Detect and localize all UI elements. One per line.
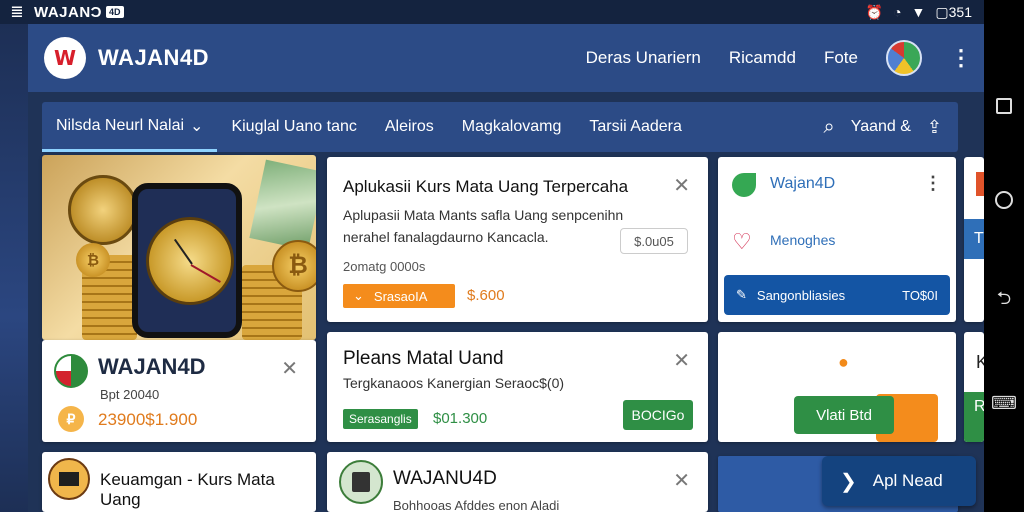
coin-icon: ₽ [58,406,84,432]
currency-badge: Serasanglis [343,409,418,429]
header-nav: Deras Unariern Ricamdd Fote ⋮ [586,40,984,76]
close-icon[interactable]: ✕ [673,173,690,198]
status-bar: ≣ WAJANƆ 4D ⏰ ◔ ▼ ▢351 [0,0,984,24]
logo-glyph: W [53,46,77,70]
bottom-app-desc: Bohhooas Afddes enon Aladi [393,498,560,512]
currency-card[interactable]: Pleans Matal Uand ✕ Tergkanaoos Kanergia… [327,332,708,442]
offer-title: Aplukasii Kurs Mata Uang Terpercaha [343,177,629,196]
edge-letter-bottom: R [964,392,984,442]
bottom-app-title: WAJANU4D [393,468,497,489]
offer-price: $.600 [467,287,505,304]
wallet-icon [48,458,90,500]
chevron-icon: ⌄ [353,288,364,303]
alarm-icon: ⏰ [865,3,884,20]
currency-button[interactable]: BOCIGo [623,400,693,430]
edge-letter-top: T [964,219,984,259]
banknotes-illustration [249,159,316,251]
clock-illustration [68,175,138,245]
app-header: W WAJAN4D Deras Unariern Ricamdd Fote ⋮ [28,24,984,92]
more-menu-icon[interactable]: ⋮ [950,45,972,71]
close-icon[interactable]: ✕ [281,356,298,381]
leaf-icon [732,173,756,197]
menu-glyph-icon[interactable]: ≣ [0,2,34,22]
tab-5[interactable]: Tarsii Aadera [575,102,696,152]
app-name: WAJAN4D [98,354,206,379]
offer-button[interactable]: ⌄ SrasaoIA [343,284,455,308]
app-card[interactable]: WAJAN4D Bpt 20040 ✕ ₽ 23900$1.900 [42,340,316,442]
side-action-label: Sangonbliasies [756,287,846,303]
nav-link-1[interactable]: Deras Unariern [586,48,701,68]
offer-button-label: SrasaoIA [373,288,428,304]
category-tabs: Nilsda Neurl Nalai ⌄ Kiuglal Uano tanc A… [42,102,958,152]
battery-time: ▢351 [935,3,972,20]
pencil-icon: ✎ [736,287,747,302]
nav-link-3[interactable]: Fote [824,48,858,68]
nav-link-2[interactable]: Ricamdd [729,48,796,68]
status-icons: ⏰ ◔ ▼ ▢351 [866,4,984,21]
status-badge: 4D [106,6,124,18]
bottom-app-card[interactable]: WAJANU4D Bohhooas Afddes enon Aladi ✕ [327,452,708,512]
tab-tools: ⌕ Yaand & ⇪ [824,116,959,139]
back-icon[interactable]: ⮌ [997,286,1011,316]
tab-4[interactable]: Magkalovamg [448,102,576,152]
brand-logo[interactable]: W [44,37,86,79]
app-download-label: Apl Nead [872,471,943,490]
android-nav-bar: ⮌ ⌨ [984,0,1024,512]
side-action-button[interactable]: ✎ Sangonbliasies TO$0I [724,275,950,315]
status-title: WAJANƆ [34,3,103,21]
visit-button[interactable]: Vlati Btd [794,396,894,434]
close-icon[interactable]: ✕ [673,468,690,493]
finance-card[interactable]: Keuamgan - Kurs Mata Uang [42,452,316,512]
side-app-name: Wajan4D [770,175,836,192]
currency-description: Tergkanaoos Kanergian Seraoc$(0) [343,375,565,391]
account-label[interactable]: Yaand & [851,118,911,136]
tab-3[interactable]: Aleiros [371,102,448,152]
coin-icon: ₿ [76,243,110,277]
bitcoin-coin-icon: ₿ [272,240,316,292]
offer-date: 2omatg 0000s [343,259,426,274]
side-action-amount: TO$0I [902,287,938,303]
app-date: Bpt 20040 [100,387,160,402]
recents-icon[interactable] [996,98,1012,115]
app-logo-icon [54,354,88,388]
avatar[interactable] [886,40,922,76]
tab-label: Nilsda Neurl Nalai [56,116,185,134]
more-icon[interactable]: ⋮ [924,173,942,194]
machine-icon [339,460,383,504]
currency-title: Pleans Matal Uand [343,348,504,369]
offer-card[interactable]: Aplukasii Kurs Mata Uang Terpercaha ✕ Ap… [327,157,708,322]
side-message: Menoghes [770,232,836,248]
left-strip [0,24,28,512]
offer-pill[interactable]: $.0u05 [620,228,688,254]
keyboard-icon[interactable]: ⌨ [991,393,1017,414]
brand-name: WAJAN4D [98,45,210,70]
share-icon[interactable]: ⇪ [927,117,942,138]
edge-card-top[interactable]: T [964,157,984,322]
hero-image: ₿ ₿ [42,155,316,340]
edge-letter-mid: K [976,352,984,372]
wifi-icon: ▼ [911,4,926,20]
home-icon[interactable] [995,191,1013,210]
tab-1[interactable]: Nilsda Neurl Nalai ⌄ [42,102,218,152]
tab-2[interactable]: Kiuglal Uano tanc [217,102,370,152]
side-app-card[interactable]: Wajan4D ⋮ ♡ Menoghes ✎ Sangonbliasies TO… [718,157,956,322]
app-download-button[interactable]: ❯ Apl Nead [822,456,976,506]
chevron-right-icon: ❯ [840,470,857,493]
edge-accent [976,172,984,196]
phone-clock-illustration [146,217,234,305]
search-icon[interactable]: ⌕ [824,116,835,139]
currency-price: $01.300 [433,410,488,427]
heart-icon[interactable]: ♡ [732,229,752,255]
signal-icon: ◔ [893,4,902,20]
finance-label: Keuamgan - Kurs Mata Uang [100,470,275,509]
drop-icon: ● [838,352,849,372]
chevron-down-icon: ⌄ [190,117,204,135]
app-price: 23900$1.900 [98,410,198,429]
close-icon[interactable]: ✕ [673,348,690,373]
edge-card-mid[interactable]: K R [964,332,984,442]
offer-description: Aplupasii Mata Mants safla Uang senpceni… [343,207,624,245]
side-card-2[interactable]: ● Vlati Btd [718,332,956,442]
